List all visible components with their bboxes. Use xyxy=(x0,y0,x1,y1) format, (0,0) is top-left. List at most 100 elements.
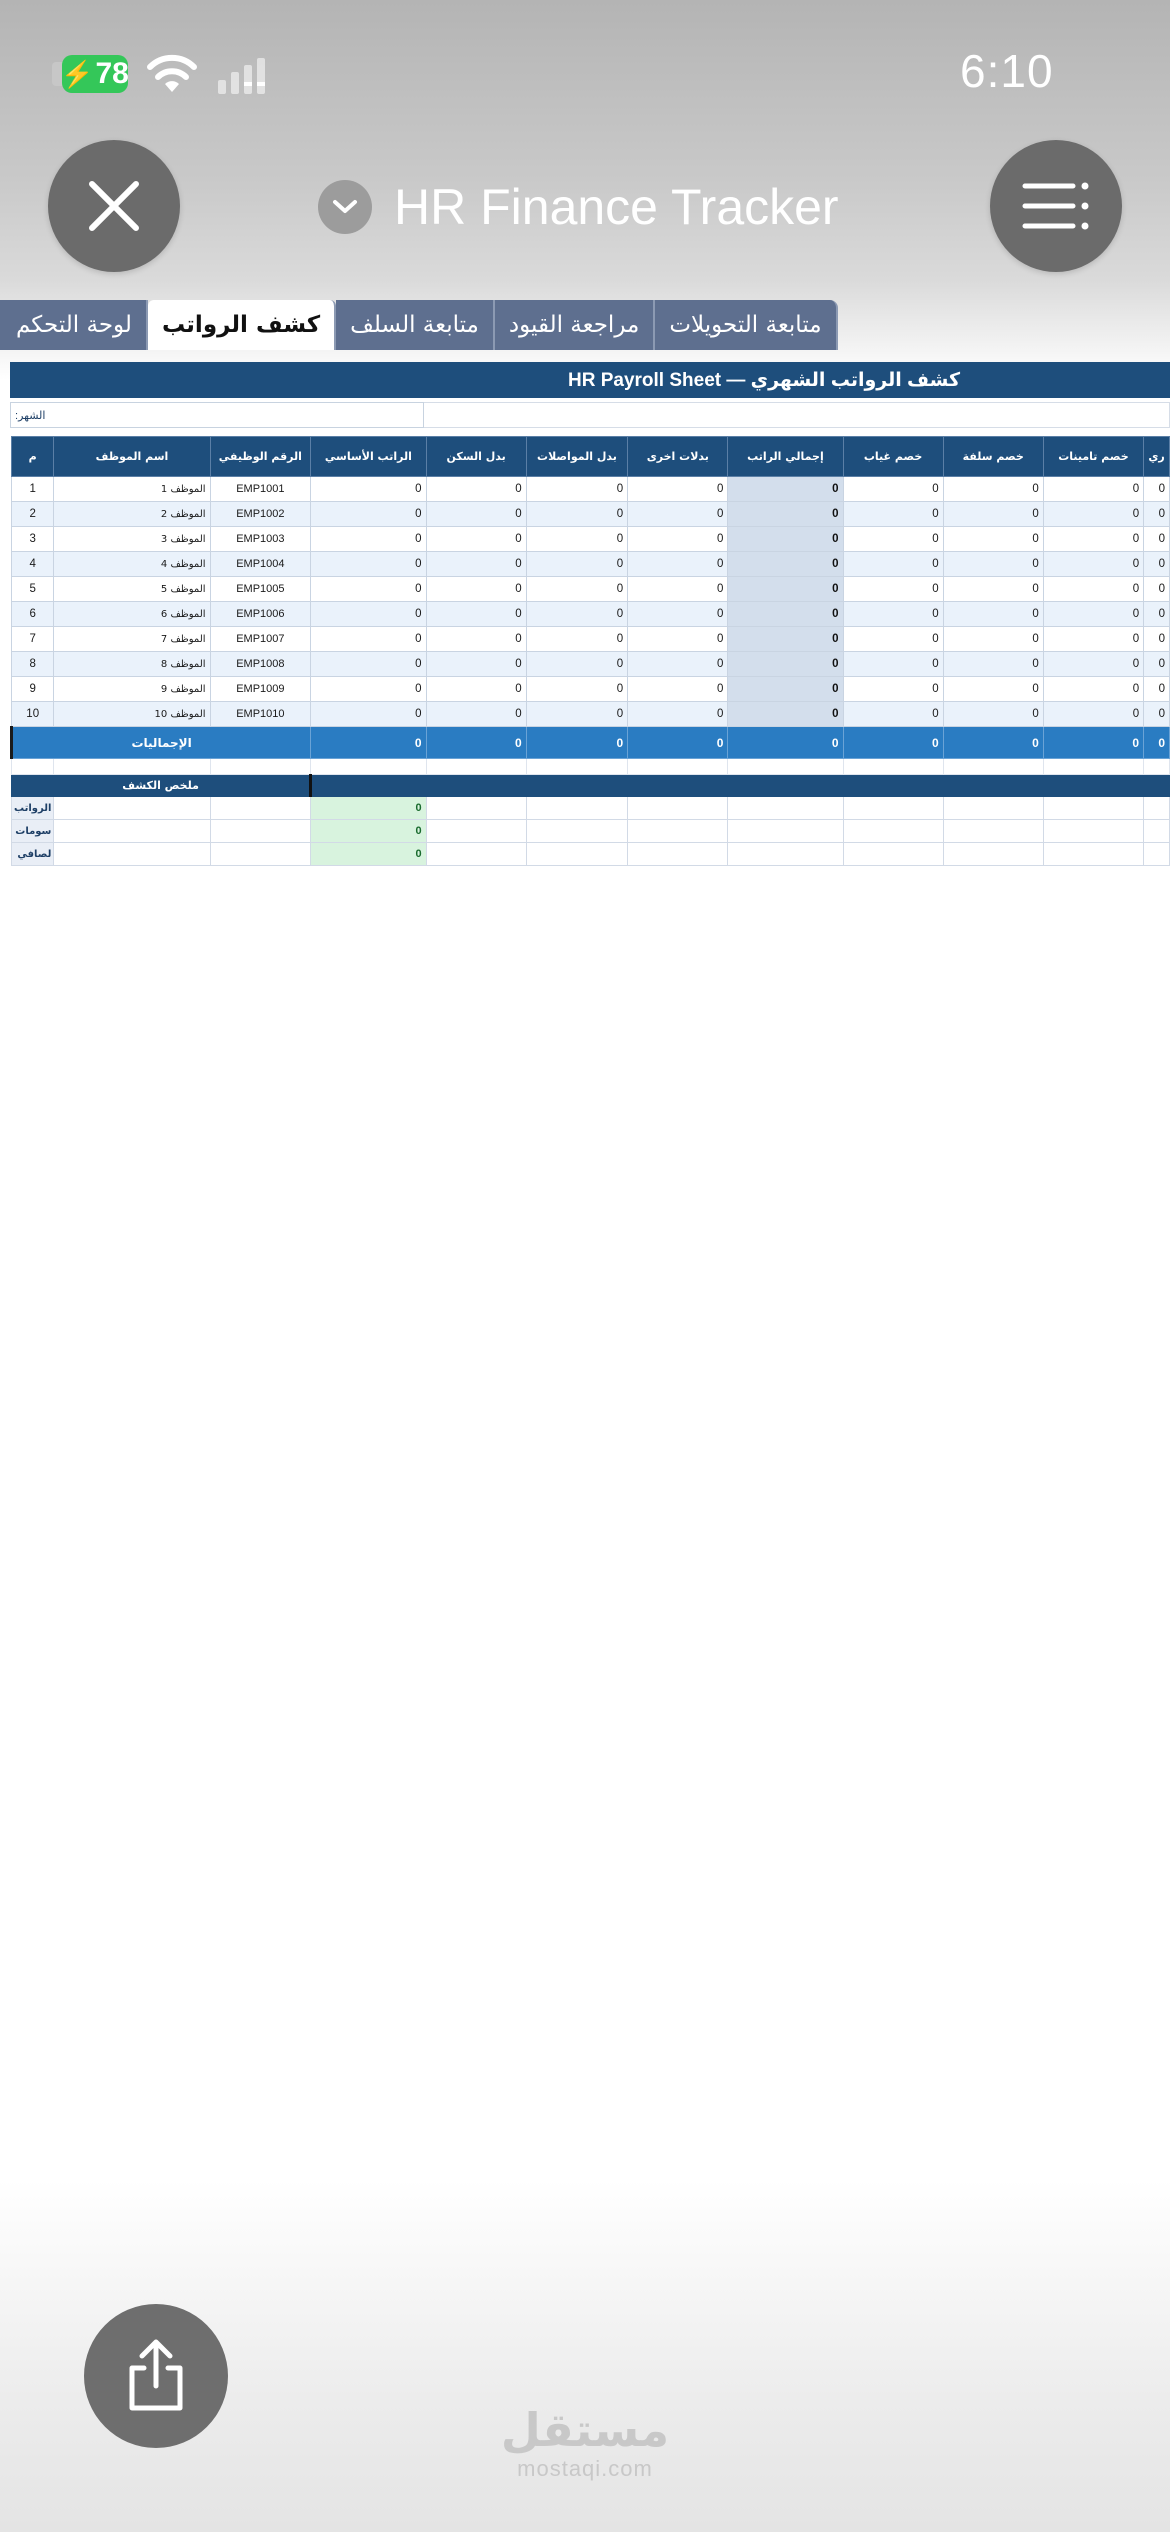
empty-cell[interactable] xyxy=(10,758,55,775)
employee-id-cell[interactable]: EMP1004 xyxy=(209,551,312,577)
employee-name-cell[interactable]: الموظف 10 xyxy=(53,701,211,727)
empty-cell[interactable] xyxy=(425,819,527,843)
tab-journal-review[interactable]: مراجعة القيود xyxy=(494,300,656,350)
other-cell[interactable]: 0 xyxy=(627,576,729,602)
transport-cell[interactable]: 0 xyxy=(525,501,629,527)
summary-value[interactable]: 0 xyxy=(310,819,427,843)
empty-cell[interactable] xyxy=(310,758,427,775)
extra-cell[interactable]: 0 xyxy=(1143,526,1170,552)
insurance-cell[interactable]: 0 xyxy=(1042,701,1145,727)
employee-id-cell[interactable]: EMP1002 xyxy=(209,501,312,527)
basic-cell[interactable]: 0 xyxy=(310,551,427,577)
basic-cell[interactable]: 0 xyxy=(310,626,427,652)
row-number-cell[interactable]: 10 xyxy=(10,701,55,727)
employee-name-cell[interactable]: الموظف 9 xyxy=(53,676,211,702)
advance-cell[interactable]: 0 xyxy=(942,626,1044,652)
other-cell[interactable]: 0 xyxy=(627,701,729,727)
employee-name-cell[interactable]: الموظف 6 xyxy=(53,601,211,627)
employee-name-cell[interactable]: الموظف 8 xyxy=(53,651,211,677)
empty-cell[interactable] xyxy=(627,758,729,775)
row-number-cell[interactable]: 4 xyxy=(10,551,55,577)
employee-name-cell[interactable]: الموظف 5 xyxy=(53,576,211,602)
advance-cell[interactable]: 0 xyxy=(942,601,1044,627)
empty-cell[interactable] xyxy=(525,842,629,866)
total-cell[interactable]: 0 xyxy=(727,551,844,577)
employee-id-cell[interactable]: EMP1008 xyxy=(209,651,312,677)
insurance-cell[interactable]: 0 xyxy=(1042,601,1145,627)
empty-cell[interactable] xyxy=(425,842,527,866)
share-button[interactable] xyxy=(84,2304,228,2448)
total-cell[interactable]: 0 xyxy=(727,501,844,527)
housing-cell[interactable]: 0 xyxy=(425,551,527,577)
transport-cell[interactable]: 0 xyxy=(525,601,629,627)
absence-cell[interactable]: 0 xyxy=(842,551,944,577)
transport-cell[interactable]: 0 xyxy=(525,626,629,652)
menu-button[interactable] xyxy=(990,140,1122,272)
basic-cell[interactable]: 0 xyxy=(310,651,427,677)
empty-cell[interactable] xyxy=(627,796,729,820)
insurance-cell[interactable]: 0 xyxy=(1042,676,1145,702)
housing-cell[interactable]: 0 xyxy=(425,626,527,652)
title-dropdown[interactable]: HR Finance Tracker xyxy=(318,172,839,242)
empty-cell[interactable] xyxy=(1042,758,1145,775)
empty-cell[interactable] xyxy=(209,842,312,866)
row-number-cell[interactable]: 2 xyxy=(10,501,55,527)
empty-cell[interactable] xyxy=(1143,819,1170,843)
extra-cell[interactable]: 0 xyxy=(1143,551,1170,577)
basic-cell[interactable]: 0 xyxy=(310,501,427,527)
empty-cell[interactable] xyxy=(525,819,629,843)
other-cell[interactable]: 0 xyxy=(627,526,729,552)
total-cell[interactable]: 0 xyxy=(727,576,844,602)
absence-cell[interactable]: 0 xyxy=(842,676,944,702)
employee-name-cell[interactable]: الموظف 2 xyxy=(53,501,211,527)
month-input[interactable] xyxy=(424,402,1170,428)
absence-cell[interactable]: 0 xyxy=(842,651,944,677)
absence-cell[interactable]: 0 xyxy=(842,526,944,552)
tab-payroll[interactable]: كشف الرواتب xyxy=(147,300,337,350)
empty-cell[interactable] xyxy=(1042,819,1145,843)
advance-cell[interactable]: 0 xyxy=(942,651,1044,677)
total-cell[interactable]: 0 xyxy=(727,626,844,652)
total-cell[interactable]: 0 xyxy=(727,676,844,702)
housing-cell[interactable]: 0 xyxy=(425,676,527,702)
transport-cell[interactable]: 0 xyxy=(525,576,629,602)
basic-cell[interactable]: 0 xyxy=(310,476,427,502)
employee-id-cell[interactable]: EMP1005 xyxy=(209,576,312,602)
empty-cell[interactable] xyxy=(1143,842,1170,866)
empty-cell[interactable] xyxy=(209,758,312,775)
extra-cell[interactable]: 0 xyxy=(1143,476,1170,502)
row-number-cell[interactable]: 1 xyxy=(10,476,55,502)
advance-cell[interactable]: 0 xyxy=(942,576,1044,602)
empty-cell[interactable] xyxy=(942,796,1044,820)
employee-id-cell[interactable]: EMP1010 xyxy=(209,701,312,727)
housing-cell[interactable]: 0 xyxy=(425,601,527,627)
total-cell[interactable]: 0 xyxy=(727,601,844,627)
close-button[interactable] xyxy=(48,140,180,272)
basic-cell[interactable]: 0 xyxy=(310,701,427,727)
housing-cell[interactable]: 0 xyxy=(425,701,527,727)
other-cell[interactable]: 0 xyxy=(627,626,729,652)
total-cell[interactable]: 0 xyxy=(727,526,844,552)
empty-cell[interactable] xyxy=(53,842,211,866)
advance-cell[interactable]: 0 xyxy=(942,501,1044,527)
empty-cell[interactable] xyxy=(1042,842,1145,866)
basic-cell[interactable]: 0 xyxy=(310,601,427,627)
insurance-cell[interactable]: 0 xyxy=(1042,501,1145,527)
housing-cell[interactable]: 0 xyxy=(425,526,527,552)
extra-cell[interactable]: 0 xyxy=(1143,501,1170,527)
insurance-cell[interactable]: 0 xyxy=(1042,651,1145,677)
advance-cell[interactable]: 0 xyxy=(942,551,1044,577)
empty-cell[interactable] xyxy=(842,819,944,843)
employee-id-cell[interactable]: EMP1006 xyxy=(209,601,312,627)
empty-cell[interactable] xyxy=(1042,796,1145,820)
employee-id-cell[interactable]: EMP1003 xyxy=(209,526,312,552)
insurance-cell[interactable]: 0 xyxy=(1042,551,1145,577)
transport-cell[interactable]: 0 xyxy=(525,526,629,552)
empty-cell[interactable] xyxy=(727,819,844,843)
row-number-cell[interactable]: 3 xyxy=(10,526,55,552)
absence-cell[interactable]: 0 xyxy=(842,601,944,627)
empty-cell[interactable] xyxy=(942,842,1044,866)
employee-id-cell[interactable]: EMP1009 xyxy=(209,676,312,702)
transport-cell[interactable]: 0 xyxy=(525,476,629,502)
empty-cell[interactable] xyxy=(53,819,211,843)
